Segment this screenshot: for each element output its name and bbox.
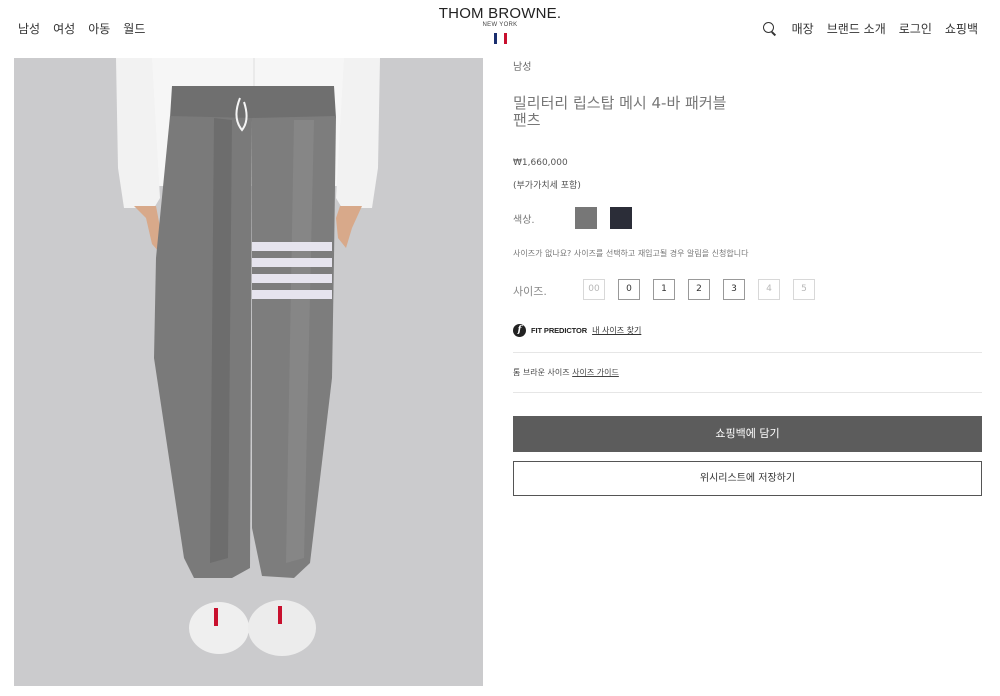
size-guide-row: 톰 브라운 사이즈 사이즈 가이드 <box>513 367 619 378</box>
flag-stripe-red <box>503 33 507 44</box>
size-option-1[interactable]: 1 <box>653 279 675 300</box>
color-swatch-gray[interactable] <box>575 207 597 229</box>
product-price: ₩1,660,000 <box>513 158 568 168</box>
size-option-3[interactable]: 3 <box>723 279 745 300</box>
add-to-wishlist-button[interactable]: 위시리스트에 저장하기 <box>513 461 982 496</box>
add-to-cart-button[interactable]: 쇼핑백에 담기 <box>513 416 982 452</box>
fit-predictor: f FIT PREDICTOR 내 사이즈 찾기 <box>513 324 641 337</box>
size-guide-prefix: 톰 브라운 사이즈 <box>513 368 570 377</box>
fit-predictor-brand: FIT PREDICTOR <box>531 326 588 335</box>
size-guide-link[interactable]: 사이즈 가이드 <box>572 368 619 377</box>
site-header: 남성 여성 아동 월드 THOM BROWNE. NEW YORK 매장 브랜드… <box>0 0 1000 58</box>
product-image[interactable] <box>14 58 483 686</box>
size-restock-notice: 사이즈가 없나요? 사이즈를 선택하고 재입고될 경우 알림을 신청합니다 <box>513 249 749 258</box>
size-label: 사이즈. <box>513 285 547 298</box>
find-my-size-link[interactable]: 내 사이즈 찾기 <box>592 325 641 336</box>
flag-stripe-white <box>498 33 502 44</box>
flag-stripe-navy <box>493 33 497 44</box>
nav-login[interactable]: 로그인 <box>899 20 932 37</box>
model-wearing-pants-illustration <box>116 58 380 656</box>
product-category[interactable]: 남성 <box>513 58 531 73</box>
vat-note: (부가가치세 포함) <box>513 181 581 191</box>
size-option-0[interactable]: 0 <box>618 279 640 300</box>
divider <box>513 352 982 353</box>
utility-nav: 매장 브랜드 소개 로그인 쇼핑백 <box>762 20 978 37</box>
size-option-4[interactable]: 4 <box>758 279 780 300</box>
color-swatch-navy[interactable] <box>610 207 632 229</box>
nav-shopping-bag[interactable]: 쇼핑백 <box>945 20 978 37</box>
color-label: 색상. <box>513 215 535 226</box>
divider <box>513 392 982 393</box>
nav-about-brand[interactable]: 브랜드 소개 <box>827 20 886 37</box>
product-title: 밀리터리 립스탑 메시 4-바 패커블 팬츠 <box>513 94 727 129</box>
search-icon[interactable] <box>762 21 777 36</box>
size-option-2[interactable]: 2 <box>688 279 710 300</box>
fit-predictor-icon[interactable]: f <box>513 324 526 337</box>
size-option-00[interactable]: 00 <box>583 279 605 300</box>
nav-stores[interactable]: 매장 <box>792 20 814 37</box>
size-option-5[interactable]: 5 <box>793 279 815 300</box>
